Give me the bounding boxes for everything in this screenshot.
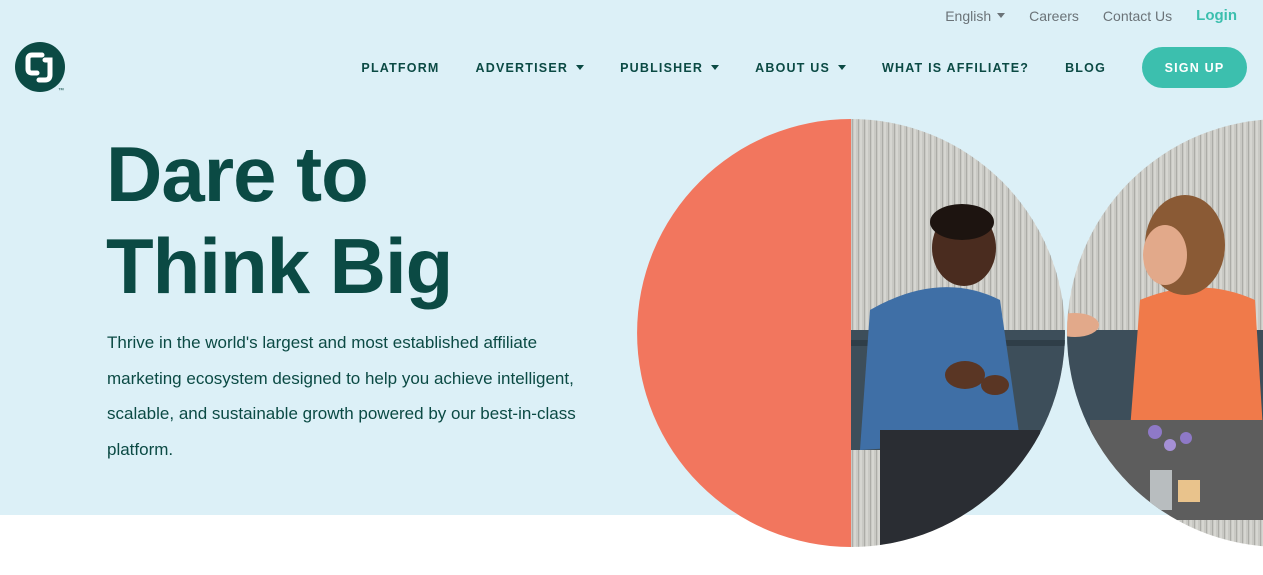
utility-nav: English Careers Contact Us Login [945,7,1237,24]
nav-blog[interactable]: BLOG [1065,48,1106,88]
sign-up-button[interactable]: SIGN UP [1142,47,1247,88]
cj-logo[interactable]: ™ [15,42,67,94]
login-link[interactable]: Login [1196,7,1237,24]
nav-publisher[interactable]: PUBLISHER [620,48,720,88]
nav-label: ADVERTISER [475,60,569,75]
nav-advertiser[interactable]: ADVERTISER [476,48,585,88]
cj-logo-icon: ™ [15,42,65,94]
headline-line-2: Think Big [106,222,453,310]
hero-headline: Dare to Think Big [106,128,606,312]
language-selector[interactable]: English [945,7,1006,24]
headline-line-1: Dare to [106,130,369,218]
hero-description: Thrive in the world's largest and most e… [107,333,576,459]
nav-label: WHAT IS AFFILIATE? [882,60,1030,75]
chevron-down-icon [711,65,720,70]
main-nav: PLATFORM ADVERTISER PUBLISHER ABOUT US W… [361,47,1247,88]
nav-platform[interactable]: PLATFORM [361,48,439,88]
language-label: English [945,7,992,24]
careers-link[interactable]: Careers [1029,8,1079,24]
nav-what-is-affiliate[interactable]: WHAT IS AFFILIATE? [882,48,1029,88]
chevron-down-icon [576,65,585,70]
nav-label: PUBLISHER [620,60,704,75]
trademark-symbol: ™ [58,87,64,94]
nav-label: ABOUT US [755,60,831,75]
contact-link[interactable]: Contact Us [1103,8,1172,24]
nav-label: BLOG [1065,60,1106,75]
chevron-down-icon [997,13,1006,18]
nav-label: PLATFORM [361,60,440,75]
nav-about-us[interactable]: ABOUT US [755,48,847,88]
chevron-down-icon [838,65,847,70]
